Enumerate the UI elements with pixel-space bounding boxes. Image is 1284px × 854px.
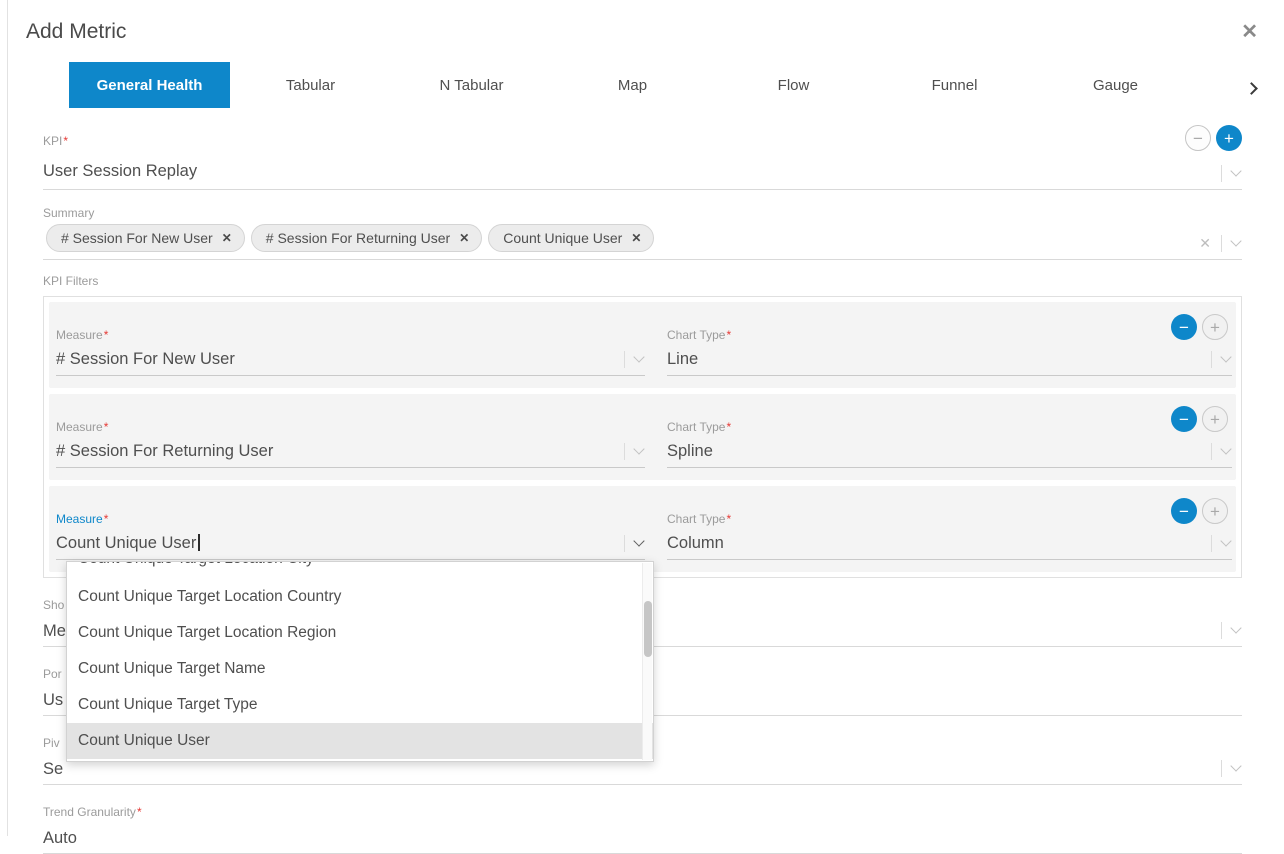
clear-icon[interactable]: ✕: [1199, 235, 1211, 252]
measure-label: Measure*: [56, 328, 645, 342]
chip-label: Count Unique User: [503, 230, 622, 246]
measure-label: Measure*: [56, 512, 645, 526]
add-kpi-button[interactable]: +: [1216, 125, 1242, 151]
summary-label: Summary: [43, 206, 1242, 220]
remove-kpi-button[interactable]: −: [1185, 125, 1211, 151]
filters-container: − + Measure* # Session For New User Char…: [43, 296, 1242, 578]
plus-icon: +: [1210, 503, 1220, 520]
chevron-down-icon[interactable]: [1220, 443, 1231, 454]
plus-icon: +: [1224, 130, 1234, 147]
kpi-filters-label: KPI Filters: [43, 274, 1242, 288]
remove-measure-button[interactable]: −: [1171, 314, 1197, 340]
summary-field: Summary # Session For New User ✕ # Sessi…: [43, 206, 1242, 260]
plus-icon: +: [1210, 319, 1220, 336]
chip-label: # Session For New User: [61, 230, 213, 246]
plus-icon: +: [1210, 411, 1220, 428]
measure-card: − + Measure* # Session For Returning Use…: [49, 394, 1236, 480]
chevron-right-icon: [1245, 82, 1258, 95]
summary-chip: # Session For Returning User ✕: [251, 224, 482, 252]
add-measure-button[interactable]: +: [1202, 406, 1228, 432]
minus-icon: −: [1179, 319, 1189, 336]
scrollbar-thumb[interactable]: [644, 601, 652, 657]
minus-icon: −: [1179, 411, 1189, 428]
trend-granularity-label: Trend Granularity*: [43, 805, 1242, 819]
close-icon[interactable]: ✕: [1241, 22, 1258, 42]
trend-granularity-field: Trend Granularity* Auto: [43, 805, 1242, 854]
chip-remove-icon[interactable]: ✕: [459, 231, 469, 245]
dropdown-item[interactable]: Count Unique Target Name: [67, 651, 653, 687]
dropdown-item-highlighted[interactable]: Count Unique User: [67, 723, 653, 759]
dropdown-item[interactable]: Count Unique Target Type: [67, 687, 653, 723]
dropdown-item[interactable]: Count Unique Target Location Region: [67, 615, 653, 651]
divider: [624, 351, 625, 368]
chevron-down-icon[interactable]: [1220, 535, 1231, 546]
tab-funnel[interactable]: Funnel: [874, 62, 1035, 108]
chart-type-select[interactable]: Column: [667, 526, 1232, 560]
tab-general-health[interactable]: General Health: [69, 62, 230, 108]
trend-granularity-select[interactable]: Auto: [43, 824, 1242, 854]
minus-icon: −: [1193, 130, 1203, 147]
chevron-down-icon[interactable]: [1230, 165, 1241, 176]
chart-type-label: Chart Type*: [667, 512, 1232, 526]
kpi-label: KPI*: [43, 134, 1242, 148]
measure-select[interactable]: # Session For New User: [56, 342, 645, 376]
chart-type-label: Chart Type*: [667, 420, 1232, 434]
dropdown-item-partial[interactable]: Count Unique Target Location City: [67, 562, 653, 579]
summary-chip: Count Unique User ✕: [488, 224, 654, 252]
chevron-down-icon[interactable]: [1220, 351, 1231, 362]
add-measure-button[interactable]: +: [1202, 498, 1228, 524]
measure-dropdown: Count Unique Target Location City Count …: [66, 561, 654, 762]
measure-select[interactable]: # Session For Returning User: [56, 434, 645, 468]
chevron-down-icon[interactable]: [633, 443, 644, 454]
chart-type-select[interactable]: Spline: [667, 434, 1232, 468]
measure-card: − + Measure* # Session For New User Char…: [49, 302, 1236, 388]
kpi-select[interactable]: User Session Replay: [43, 148, 1242, 190]
measure-card: − + Measure* Count Unique User Chart Typ…: [49, 486, 1236, 572]
divider: [1211, 535, 1212, 552]
dropdown-scrollbar: [642, 563, 652, 760]
kpi-field: − + KPI* User Session Replay: [43, 134, 1242, 190]
remove-measure-button[interactable]: −: [1171, 498, 1197, 524]
add-metric-modal: Add Metric ✕ General Health Tabular N Ta…: [7, 0, 1284, 836]
chevron-down-icon[interactable]: [1230, 760, 1241, 771]
summary-chip: # Session For New User ✕: [46, 224, 245, 252]
text-cursor: [198, 534, 200, 551]
measure-label: Measure*: [56, 420, 645, 434]
tab-flow[interactable]: Flow: [713, 62, 874, 108]
chip-label: # Session For Returning User: [266, 230, 450, 246]
chip-remove-icon[interactable]: ✕: [222, 231, 232, 245]
dropdown-item[interactable]: Count Unique Target Location Country: [67, 579, 653, 615]
measure-input[interactable]: Count Unique User: [56, 526, 645, 560]
kpi-value: User Session Replay: [43, 162, 197, 180]
tabs-next-button[interactable]: [1243, 76, 1260, 102]
remove-measure-button[interactable]: −: [1171, 406, 1197, 432]
tab-bar: General Health Tabular N Tabular Map Flo…: [69, 62, 1284, 108]
modal-header: Add Metric ✕: [8, 0, 1284, 62]
tab-n-tabular[interactable]: N Tabular: [391, 62, 552, 108]
chip-remove-icon[interactable]: ✕: [631, 231, 641, 245]
divider: [1221, 235, 1222, 252]
chevron-down-icon[interactable]: [1230, 235, 1241, 246]
page-title: Add Metric: [26, 20, 126, 44]
divider: [1221, 760, 1222, 777]
tab-tabular[interactable]: Tabular: [230, 62, 391, 108]
chevron-down-icon[interactable]: [633, 351, 644, 362]
divider: [1211, 351, 1212, 368]
divider: [1211, 443, 1212, 460]
divider: [624, 443, 625, 460]
divider: [624, 535, 625, 552]
minus-icon: −: [1179, 503, 1189, 520]
chart-type-select[interactable]: Line: [667, 342, 1232, 376]
chevron-down-icon[interactable]: [633, 535, 644, 546]
add-measure-button[interactable]: +: [1202, 314, 1228, 340]
chevron-down-icon[interactable]: [1230, 622, 1241, 633]
tab-gauge[interactable]: Gauge: [1035, 62, 1196, 108]
tab-map[interactable]: Map: [552, 62, 713, 108]
divider: [1221, 622, 1222, 639]
summary-multiselect[interactable]: # Session For New User ✕ # Session For R…: [43, 220, 1242, 260]
divider: [1221, 165, 1222, 182]
chart-type-label: Chart Type*: [667, 328, 1232, 342]
